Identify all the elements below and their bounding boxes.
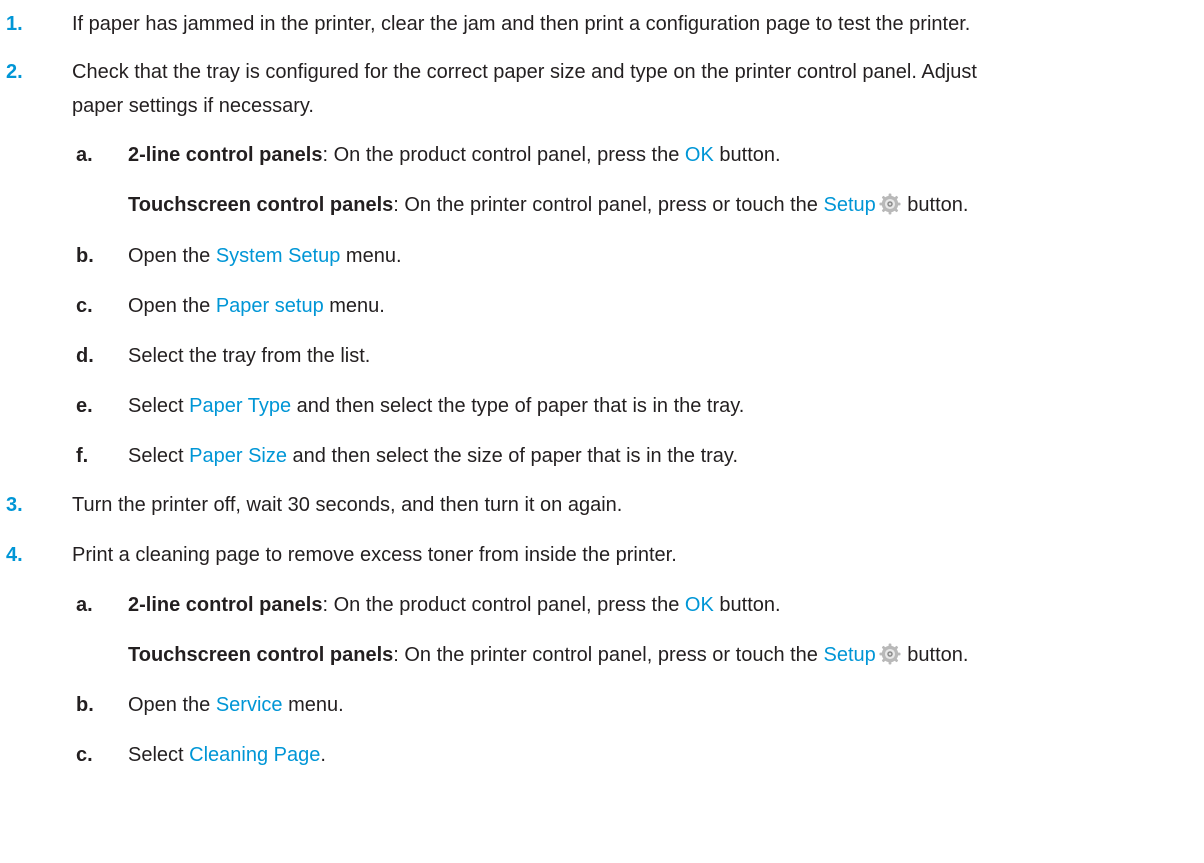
cleaning-page-ref: Cleaning Page (189, 744, 321, 766)
instruction-text: menu. (282, 694, 344, 716)
instruction-text: and then select the type of paper that i… (291, 395, 745, 417)
step-text: paper settings if necessary. (72, 95, 314, 117)
substep-text: Select Cleaning Page. (128, 743, 326, 767)
gear-icon (879, 193, 901, 215)
substep-text: 2-line control panels: On the product co… (128, 593, 781, 617)
substep-text: 2-line control panels: On the product co… (128, 143, 781, 167)
paper-size-ref: Paper Size (189, 445, 287, 467)
instruction-text: Select (128, 744, 190, 766)
ok-button-ref: OK (684, 594, 714, 616)
step-text: Check that the tray is configured for th… (72, 61, 977, 83)
instruction-text: button. (901, 644, 969, 666)
step-text: Print a cleaning page to remove excess t… (72, 544, 677, 566)
instruction-text: Select (128, 445, 190, 467)
substep-letter: c. (76, 744, 93, 766)
substep-letter: b. (76, 245, 94, 267)
paper-setup-menu-ref: Paper setup (215, 295, 324, 317)
panel-type-label: Touchscreen control panels (128, 194, 394, 216)
step-number: 3. (6, 494, 23, 516)
instruction-text: and then select the size of paper that i… (287, 445, 739, 467)
substep-text: Select the tray from the list. (128, 345, 371, 367)
instruction-text: button. (901, 194, 969, 216)
step-number: 1. (6, 13, 23, 35)
instruction-text: . (320, 744, 326, 766)
instruction-text: : On the printer control panel, press or… (393, 194, 824, 216)
instruction-text: Open the (128, 694, 216, 716)
substep-letter: e. (76, 395, 93, 417)
substep-text: Open the System Setup menu. (128, 244, 402, 268)
panel-type-label: 2-line control panels (128, 594, 323, 616)
instruction-text: : On the product control panel, press th… (322, 594, 685, 616)
system-setup-menu-ref: System Setup (215, 245, 341, 267)
substep-text: Open the Service menu. (128, 693, 344, 717)
instruction-text: menu. (323, 295, 385, 317)
substep-letter: d. (76, 345, 94, 367)
substep-letter: a. (76, 594, 93, 616)
panel-type-label: 2-line control panels (128, 144, 323, 166)
instruction-text: menu. (340, 245, 402, 267)
instruction-text: : On the printer control panel, press or… (393, 644, 824, 666)
instruction-text: button. (713, 594, 781, 616)
substep-text: Touchscreen control panels: On the print… (128, 193, 968, 217)
step-number: 4. (6, 544, 23, 566)
instruction-text: Select (128, 395, 190, 417)
paper-type-ref: Paper Type (189, 395, 292, 417)
substep-letter: f. (76, 445, 89, 467)
instruction-text: Open the (128, 245, 216, 267)
substep-text: Open the Paper setup menu. (128, 294, 385, 318)
setup-button-ref: Setup (823, 644, 876, 666)
substep-text: Touchscreen control panels: On the print… (128, 643, 968, 667)
substep-text: Select Paper Type and then select the ty… (128, 394, 744, 418)
ok-button-ref: OK (684, 144, 714, 166)
step-text: If paper has jammed in the printer, clea… (72, 13, 971, 35)
setup-button-ref: Setup (823, 194, 876, 216)
step-text: Turn the printer off, wait 30 seconds, a… (72, 494, 623, 516)
step-number: 2. (6, 61, 23, 83)
panel-type-label: Touchscreen control panels (128, 644, 394, 666)
substep-text: Select Paper Size and then select the si… (128, 444, 738, 468)
gear-icon (879, 643, 901, 665)
instruction-text: : On the product control panel, press th… (322, 144, 685, 166)
instruction-text: button. (713, 144, 781, 166)
service-menu-ref: Service (215, 694, 283, 716)
substep-letter: c. (76, 295, 93, 317)
substep-letter: a. (76, 144, 93, 166)
instruction-text: Open the (128, 295, 216, 317)
substep-letter: b. (76, 694, 94, 716)
